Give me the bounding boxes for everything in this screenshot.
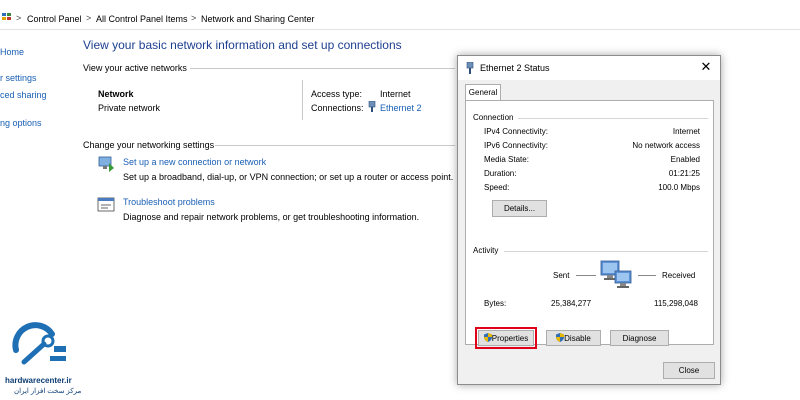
ethernet-icon [466,62,474,74]
breadcrumb-control-panel[interactable]: Control Panel [27,14,82,24]
duration-value: 01:21:25 [668,169,700,178]
watermark-site: hardwarecenter.ir [5,376,72,385]
media-state-value: Enabled [670,155,700,164]
sent-line [576,275,596,276]
dialog-title: Ethernet 2 Status [480,63,550,73]
network-computers-icon [600,260,632,288]
ipv6-label: IPv6 Connectivity: [484,141,549,150]
network-name: Network [98,89,134,99]
leftnav-media-streaming[interactable]: ng options [0,118,42,128]
general-tab-panel: Connection IPv4 Connectivity: Internet I… [465,100,714,349]
ethernet-icon [368,101,376,112]
duration-label: Duration: [484,169,517,178]
setup-connection-description: Set up a broadband, dial-up, or VPN conn… [123,172,454,182]
troubleshoot-description: Diagnose and repair network problems, or… [123,212,420,222]
leftnav-home[interactable]: Home [0,47,24,57]
setup-connection-link[interactable]: Set up a new connection or network [123,157,266,167]
bytes-received-value: 115,298,048 [654,299,698,308]
close-button[interactable]: Close [663,362,715,379]
troubleshoot-icon [97,197,115,212]
details-button[interactable]: Details... [492,200,547,217]
breadcrumb-network-sharing[interactable]: Network and Sharing Center [201,14,315,24]
leftnav-adapter-settings[interactable]: r settings [0,73,37,83]
page-title: View your basic network information and … [83,38,402,52]
media-state-label: Media State: [484,155,529,164]
ethernet-status-dialog: Ethernet 2 Status ✕ General Connection I… [457,55,721,385]
breadcrumb-all-items[interactable]: All Control Panel Items [96,14,188,24]
breadcrumb-separator: > [16,13,22,23]
diagnose-button[interactable]: Diagnose [610,330,669,346]
control-panel-icon [2,13,11,20]
access-type-label: Access type: [311,89,363,99]
received-label: Received [662,271,696,280]
hardwarecenter-logo [12,322,66,365]
properties-label: Properties [491,334,529,343]
disable-button[interactable]: Disable [546,330,601,346]
ethernet-2-link[interactable]: Ethernet 2 [380,103,422,113]
received-line [638,275,656,276]
tab-general[interactable]: General [465,84,501,101]
activity-heading: Activity [473,246,499,255]
bytes-label: Bytes: [484,299,507,308]
ipv4-value: Internet [672,127,700,136]
disable-label: Disable [564,334,591,343]
connections-label: Connections: [311,103,364,113]
new-connection-icon [98,156,114,172]
speed-label: Speed: [484,183,510,192]
close-icon[interactable]: ✕ [698,59,714,75]
change-settings-heading: Change your networking settings [83,140,215,150]
breadcrumb-separator: > [86,13,92,23]
breadcrumb-separator: > [191,13,197,23]
group-divider [518,118,708,119]
leftnav-advanced-sharing[interactable]: ced sharing [0,90,47,100]
bytes-sent-value: 25,384,277 [551,299,592,308]
ipv6-value: No network access [632,141,700,150]
watermark-tagline: مرکز سخت افزار ایران [14,388,82,395]
shield-icon [483,333,492,342]
properties-button[interactable]: Properties [478,330,534,346]
troubleshoot-link[interactable]: Troubleshoot problems [123,197,215,207]
breadcrumb: > Control Panel > All Control Panel Item… [0,8,800,30]
connection-heading: Connection [473,113,514,122]
group-divider [504,251,708,252]
active-networks-heading: View your active networks [83,63,187,73]
ipv4-label: IPv4 Connectivity: [484,127,549,136]
speed-value: 100.0 Mbps [658,183,700,192]
vertical-divider [302,80,303,120]
section-divider [190,68,455,69]
section-divider [215,145,455,146]
access-type-value: Internet [380,89,411,99]
sent-label: Sent [553,271,570,280]
network-type[interactable]: Private network [98,103,160,113]
dialog-titlebar[interactable]: Ethernet 2 Status ✕ [458,56,720,80]
shield-icon [556,333,565,342]
